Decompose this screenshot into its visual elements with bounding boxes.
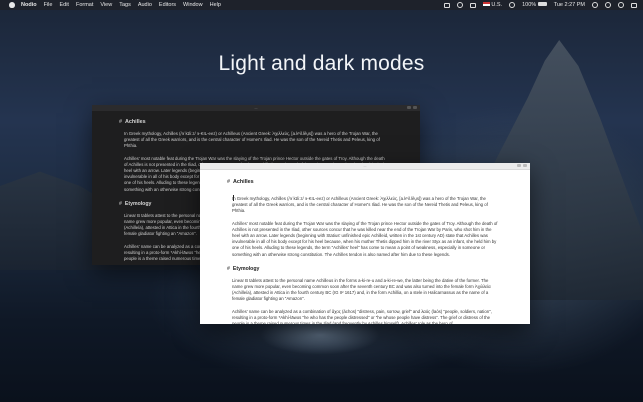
hero-title: Light and dark modes [218,52,425,75]
menu-bar: Nodio File Edit Format View Tags Audio E… [0,0,643,10]
window-minimize-icon[interactable] [517,164,521,167]
light-window-titlebar[interactable]: — [200,163,530,170]
menu-audio[interactable]: Audio [138,0,152,10]
menu-view[interactable]: View [100,0,112,10]
light-doc-section-heading: # Etymology [227,266,499,272]
menu-window[interactable]: Window [183,0,203,10]
input-source-label: U.S. [491,2,503,8]
cloud-icon[interactable] [443,2,450,8]
light-mode-window[interactable]: — # Achilles In Greek mythology, Achilles… [200,163,530,324]
light-doc-paragraph-2[interactable]: Achilles' most notable feat during the T… [232,221,499,258]
heading-marker: # [119,119,122,125]
bluetooth-icon[interactable] [469,2,476,8]
battery-percent: 100% [522,2,537,8]
text-cursor-row [233,188,499,201]
menu-edit[interactable]: Edit [59,0,68,10]
wifi-icon[interactable] [509,2,516,8]
light-doc-paragraph-1[interactable]: In Greek mythology, Achilles (/əˈkɪliːz/… [232,196,499,215]
light-doc-paragraph-4[interactable]: Achilles' name can be analyzed as a comb… [232,309,499,324]
light-doc-title: Achilles [233,179,254,185]
dark-window-titlebar[interactable]: — [92,105,420,111]
status-area: U.S. 100% Tue 2:27 PM [437,0,637,10]
window-close-icon[interactable] [523,164,527,167]
input-source[interactable]: U.S. [482,0,503,10]
dark-doc-heading: # Achilles [119,119,389,125]
notification-center-icon[interactable] [631,2,637,8]
menu-tags[interactable]: Tags [119,0,131,10]
time-machine-icon[interactable] [456,2,463,8]
light-window-controls [515,164,527,167]
menu-file[interactable]: File [44,0,53,10]
heading-marker: # [119,200,122,207]
menu-editors[interactable]: Editors [159,0,176,10]
dark-window-title: — [254,106,258,110]
dark-window-controls [405,106,417,109]
dark-doc-paragraph-1[interactable]: In Greek mythology, Achilles (/əˈkɪliːz/… [124,131,389,150]
menu-help[interactable]: Help [210,0,221,10]
user-icon[interactable] [592,2,598,8]
heading-marker: # [227,265,230,272]
spotlight-search-icon[interactable] [605,2,611,8]
window-close-icon[interactable] [413,106,417,109]
window-minimize-icon[interactable] [407,106,411,109]
battery-icon [537,2,547,6]
clock[interactable]: Tue 2:27 PM [554,0,585,10]
light-doc-heading: # Achilles [227,179,499,185]
menu-app-name[interactable]: Nodio [21,0,37,10]
light-doc-section-title: Etymology [232,265,260,272]
menu-format[interactable]: Format [76,0,93,10]
apple-icon[interactable] [9,2,15,8]
siri-icon[interactable] [618,2,624,8]
battery-status[interactable]: 100% [522,0,547,10]
light-doc-paragraph-3[interactable]: Linear B tablets attest to the personal … [232,278,499,303]
flag-icon [482,2,490,6]
dark-doc-title: Achilles [125,119,146,125]
light-document-editor[interactable]: # Achilles In Greek mythology, Achilles (… [227,179,499,324]
dark-doc-section-title: Etymology [124,200,152,207]
light-window-title: — [363,164,367,168]
heading-marker: # [227,179,230,185]
